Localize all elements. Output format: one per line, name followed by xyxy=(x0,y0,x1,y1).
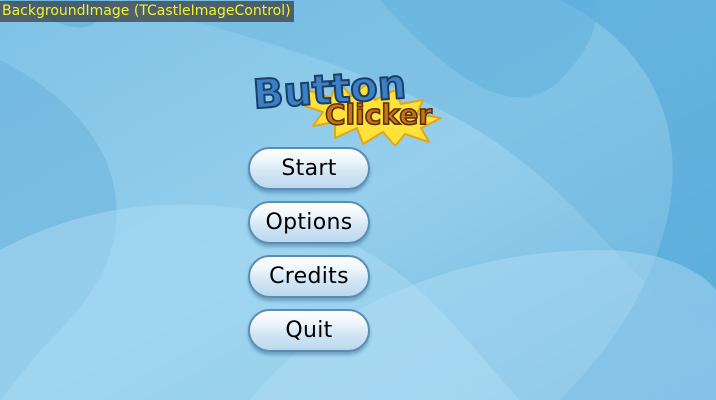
start-button-label: Start xyxy=(281,156,337,181)
start-button[interactable]: Start xyxy=(248,147,370,190)
logo-title-line2: Clicker xyxy=(325,98,432,131)
credits-button-label: Credits xyxy=(269,264,349,289)
game-logo: Button Clicker xyxy=(251,61,442,146)
quit-button-label: Quit xyxy=(285,318,333,343)
quit-button[interactable]: Quit xyxy=(248,309,370,352)
options-button[interactable]: Options xyxy=(248,201,370,244)
credits-button[interactable]: Credits xyxy=(248,255,370,298)
game-screen: BackgroundImage (TCastleImageControl) Bu… xyxy=(0,0,716,400)
options-button-label: Options xyxy=(265,210,353,235)
debug-component-label: BackgroundImage (TCastleImageControl) xyxy=(0,1,294,22)
